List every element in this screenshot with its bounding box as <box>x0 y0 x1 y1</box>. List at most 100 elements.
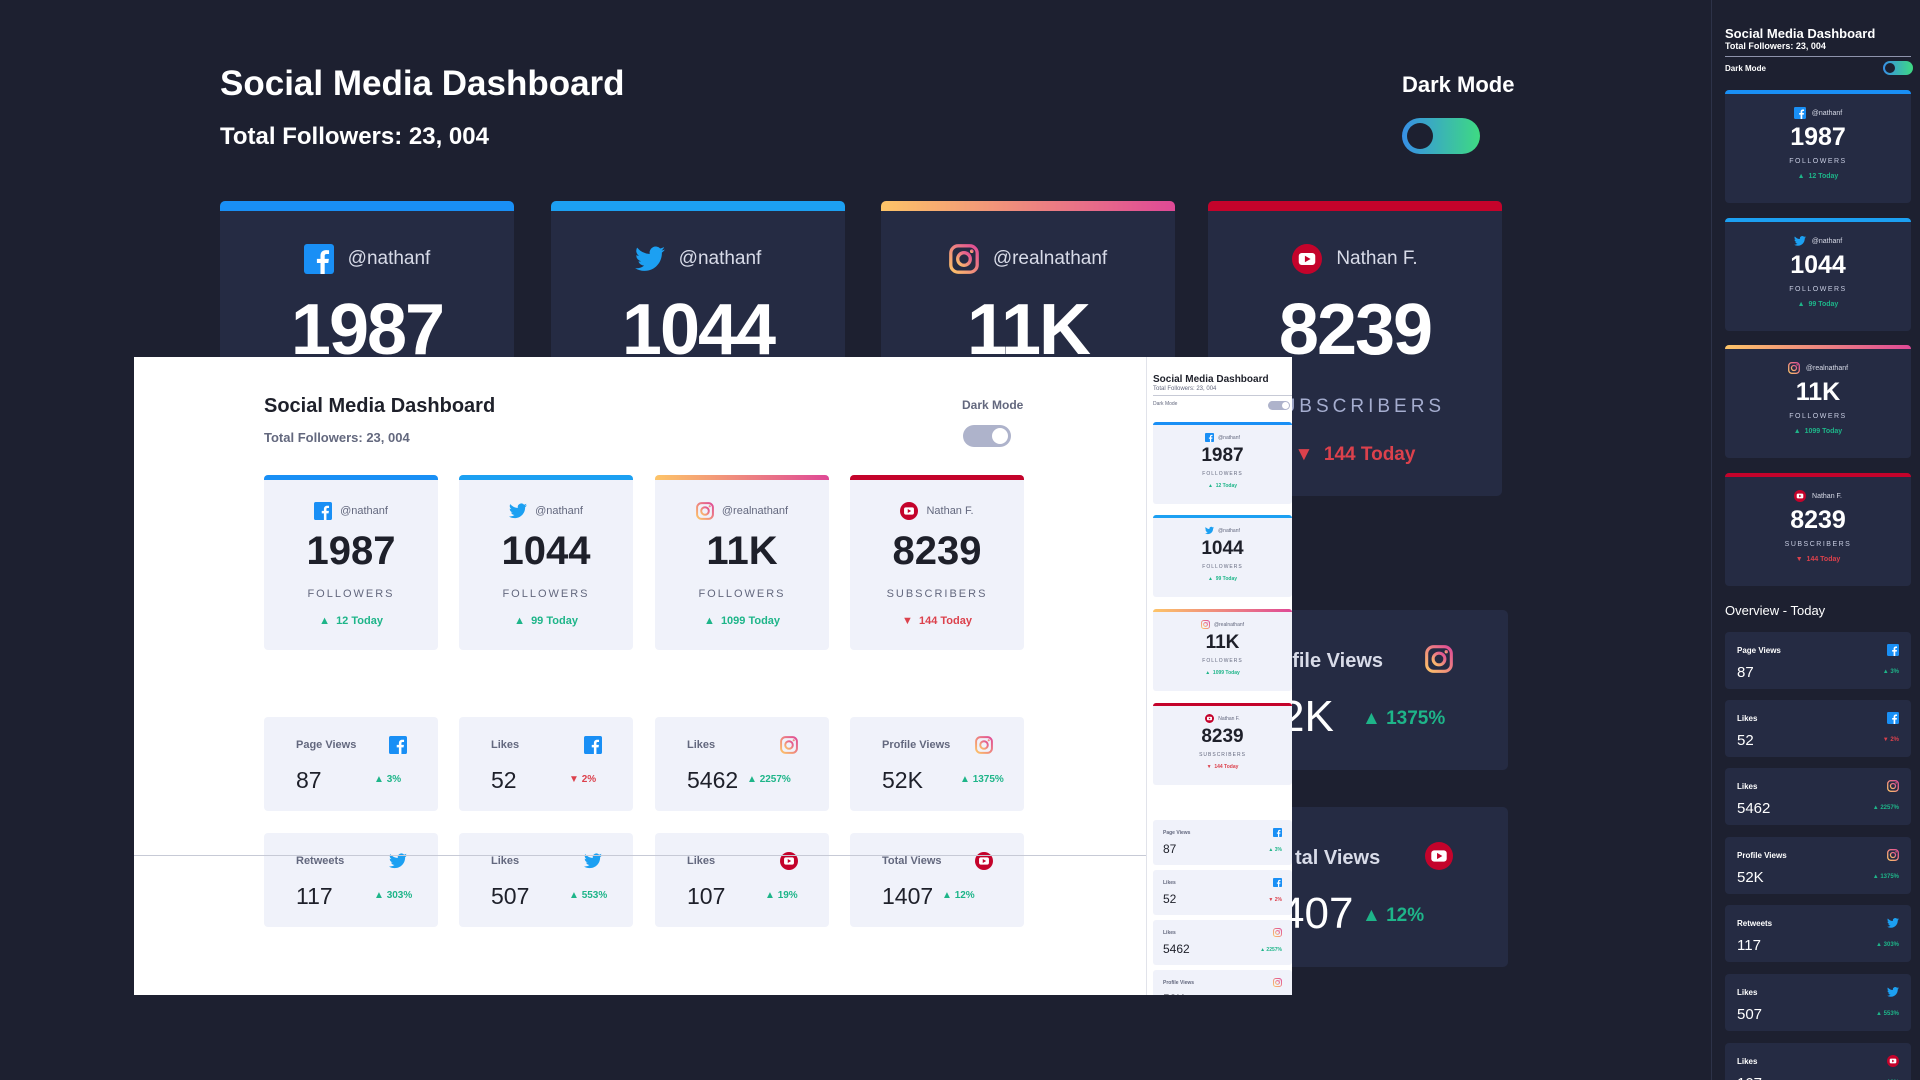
card-handle: @realnathanf <box>721 505 789 517</box>
divider <box>134 855 1146 856</box>
overview-card-title: Retweets <box>296 855 345 867</box>
instagram-icon <box>1887 849 1899 861</box>
mobile-overview-card: Profile Views 52K ▲ 1375% <box>1725 837 1911 894</box>
overview-card-change: ▲ 19% <box>765 890 798 901</box>
light-overview-card: Page Views 87 ▲ 3% <box>264 717 438 811</box>
light-mobile-preview: Social Media Dashboard Total Followers: … <box>1147 357 1292 995</box>
card-count-label: SUBSCRIBERS <box>1784 541 1852 548</box>
overview-card-value: 107 <box>1737 1075 1762 1080</box>
facebook-icon <box>303 244 334 274</box>
mobile-total-followers: Total Followers: 23, 004 <box>1725 41 1826 51</box>
overview-card-title: Likes <box>687 739 716 751</box>
light-overview-card: Likes 507 ▲ 553% <box>459 833 633 927</box>
card-count-label: FOLLOWERS <box>1202 564 1243 570</box>
light-mobile-toggle[interactable] <box>1268 401 1290 410</box>
mobile-overview-card: Likes 52 ▼ 2% <box>1725 700 1911 757</box>
card-top-border <box>459 475 633 480</box>
mobile-overview-card: Retweets 117 ▲ 303% <box>1725 905 1911 962</box>
card-count: 1044 <box>1201 538 1244 559</box>
card-handle-row: @nathanf <box>1153 526 1292 535</box>
overview-heading: Overview - Today <box>1725 603 1826 618</box>
light-total-followers: Total Followers: 23, 004 <box>264 430 410 445</box>
card-handle: @realnathanf <box>1805 364 1849 372</box>
card-change: ▲ 99 Today <box>514 615 578 627</box>
card-change: ▲ 1099 Today <box>703 615 781 627</box>
card-count-label: FOLLOWERS <box>1202 658 1243 664</box>
facebook-icon <box>1793 107 1806 119</box>
overview-card-value: 52 <box>1737 732 1754 749</box>
dark-mode-toggle[interactable] <box>1402 118 1480 154</box>
card-count-label: FOLLOWERS <box>1789 413 1847 420</box>
card-handle-row: @nathanf <box>551 244 845 274</box>
card-top-border <box>850 475 1024 480</box>
light-dark-mode-toggle[interactable] <box>963 425 1011 447</box>
card-handle-row: @nathanf <box>1725 107 1911 119</box>
card-top-border <box>264 475 438 480</box>
youtube-icon <box>1887 1055 1899 1067</box>
overview-card-change: ▲ 3% <box>374 774 402 785</box>
overview-card-value: 87 <box>1737 664 1754 681</box>
instagram-icon <box>1425 645 1453 673</box>
mobile-overview-card: Likes 107 ▲ 19% <box>1725 1043 1911 1080</box>
card-top-border <box>1725 90 1911 94</box>
overview-card-change: ▲ 303% <box>1876 942 1899 948</box>
facebook-icon <box>389 736 407 754</box>
overview-card-value: 5462 <box>1163 942 1190 956</box>
card-handle-row: @realnathanf <box>881 244 1175 274</box>
overview-card-title: Page Views <box>1737 646 1781 655</box>
card-handle: @nathanf <box>340 505 388 517</box>
overview-card-change: ▲ 1375% <box>1872 874 1899 880</box>
mobile-dark-mode-toggle[interactable] <box>1883 61 1913 75</box>
youtube-icon <box>1292 244 1323 274</box>
card-handle-row: @nathanf <box>1725 235 1911 247</box>
overview-card-title: Page Views <box>296 739 357 751</box>
card-count-label: FOLLOWERS <box>698 588 786 600</box>
overview-card-title: Likes <box>491 855 520 867</box>
facebook-icon <box>1887 644 1899 656</box>
card-change: ▲ 12 Today <box>319 615 383 627</box>
card-handle-row: @nathanf <box>220 244 514 274</box>
light-mobile-overview-card: Likes 52 ▼ 2% <box>1153 870 1292 915</box>
overview-card-change: ▲ 3% <box>1268 847 1282 853</box>
overview-card-value: 52K <box>882 767 923 793</box>
card-handle: Nathan F. <box>926 505 974 517</box>
overview-card-value: 87 <box>296 767 322 793</box>
overview-card-title: Likes <box>1737 988 1758 997</box>
overview-card-title: Total Views <box>882 855 942 867</box>
total-followers: Total Followers: 23, 004 <box>220 123 489 150</box>
card-count-label: FOLLOWERS <box>502 588 590 600</box>
card-handle-row: @realnathanf <box>1153 620 1292 629</box>
light-card-youtube: Nathan F. 8239 SUBSCRIBERS ▼ 144 Today <box>850 475 1024 650</box>
instagram-icon <box>1273 928 1282 937</box>
mobile-page-title: Social Media Dashboard <box>1725 26 1876 41</box>
overview-card-value: 52K <box>1737 869 1764 886</box>
card-handle: Nathan F. <box>1336 248 1418 269</box>
card-handle-row: @nathanf <box>264 502 438 520</box>
overview-card-change: ▲ 1375% <box>1362 708 1446 729</box>
overview-card-change: ▲ 303% <box>374 890 413 901</box>
facebook-icon <box>1205 433 1215 442</box>
light-card-twitter: @nathanf 1044 FOLLOWERS ▲ 99 Today <box>459 475 633 650</box>
overview-card-title: Profile Views <box>882 739 951 751</box>
mobile-card-youtube: Nathan F. 8239 SUBSCRIBERS ▼ 144 Today <box>1725 473 1911 586</box>
card-count: 8239 <box>1278 290 1433 370</box>
light-overview-card: Likes 52 ▼ 2% <box>459 717 633 811</box>
facebook-icon <box>1273 878 1282 887</box>
overview-card-title: Profile Views <box>1163 980 1195 986</box>
card-top-border <box>1153 703 1292 706</box>
overview-card-value: 107 <box>687 883 726 909</box>
card-handle: @realnathanf <box>992 248 1108 269</box>
instagram-icon <box>1273 978 1282 987</box>
mobile-overview-card: Likes 5462 ▲ 2257% <box>1725 768 1911 825</box>
instagram-icon <box>948 244 979 274</box>
overview-card-title: ofile Views <box>1280 650 1384 672</box>
divider <box>1725 56 1911 57</box>
light-mobile-title: Social Media Dashboard <box>1153 374 1269 385</box>
light-overview-card: Total Views 1407 ▲ 12% <box>850 833 1024 927</box>
card-count: 1044 <box>621 290 776 370</box>
card-handle-row: @realnathanf <box>655 502 829 520</box>
twitter-icon <box>509 502 528 520</box>
overview-card-change: ▲ 3% <box>1882 669 1899 675</box>
instagram-icon <box>975 736 993 754</box>
dark-mode-label: Dark Mode <box>1402 72 1515 97</box>
